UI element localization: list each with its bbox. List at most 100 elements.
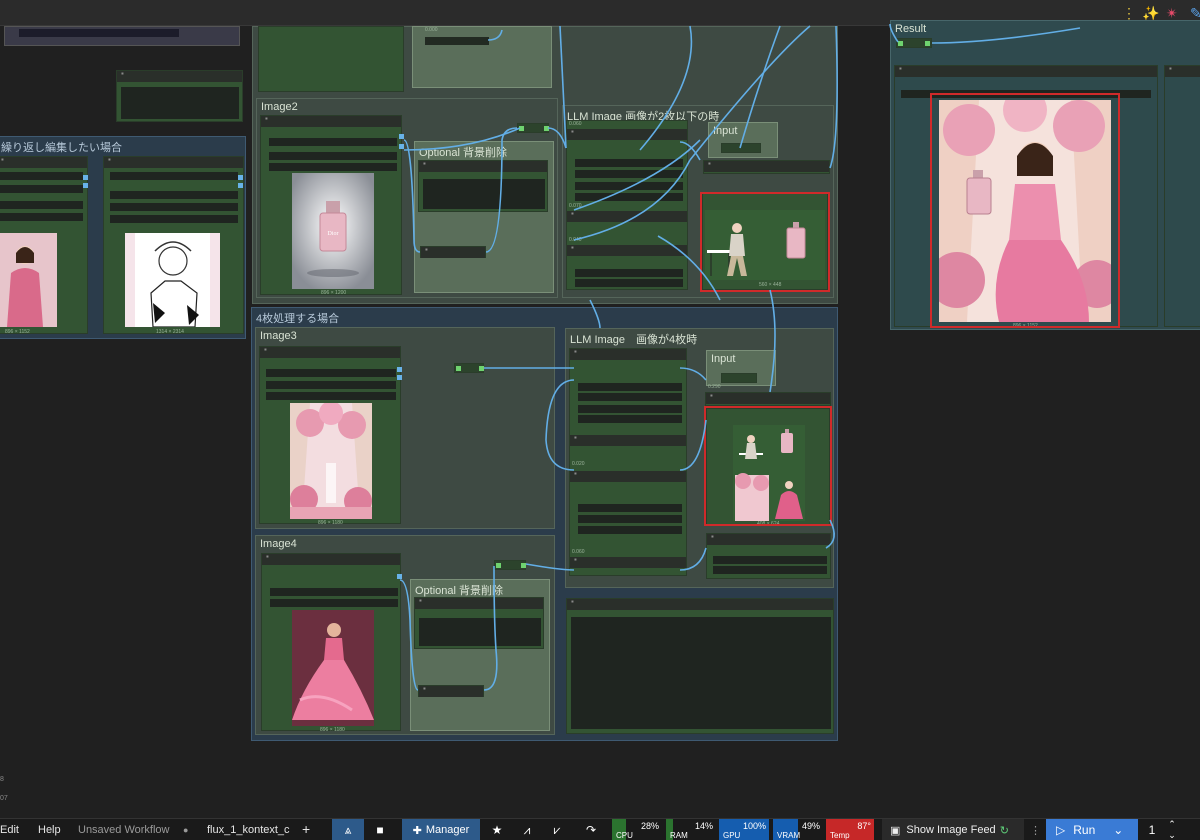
node-titlebar: [104, 155, 243, 168]
node-titlebar: [567, 209, 687, 222]
gpu-value: 100%: [742, 821, 766, 831]
workflow-canvas[interactable]: ⋮ ✨ ✴ ✎ 繰り返し編集したい場合 896 × 1152: [0, 0, 1200, 840]
node-widget: [269, 163, 397, 171]
output-port[interactable]: [399, 134, 404, 139]
output-port[interactable]: [238, 183, 243, 188]
load-image-node-image2[interactable]: Dior 896 × 1200: [260, 114, 404, 296]
output-port[interactable]: [479, 366, 484, 371]
temp-value: 87°: [857, 821, 871, 831]
stub-widget: [19, 29, 179, 37]
group-title: 4枚処理する場合: [256, 313, 340, 325]
concat-node[interactable]: [703, 159, 830, 174]
top-node-b[interactable]: 0.000: [412, 26, 552, 88]
output-port[interactable]: [83, 175, 88, 180]
node-titlebar: [117, 69, 242, 82]
node-widget: [575, 159, 683, 167]
node-titlebar: [706, 391, 830, 404]
node-widget: [713, 566, 827, 574]
image-size-label: 1314 × 2314: [156, 329, 184, 335]
node-titlebar: [570, 347, 686, 360]
text-output-node[interactable]: [566, 597, 834, 734]
stub-node-top[interactable]: [4, 26, 240, 46]
chevron-up-icon[interactable]: ⌃: [1168, 819, 1176, 830]
sketch-image: [125, 233, 220, 327]
batch-stepper[interactable]: ⌃ ⌄: [1164, 819, 1180, 840]
bookmark-icon[interactable]: ■: [368, 819, 392, 840]
llm-node-two[interactable]: 0.060 0.070 0.040: [566, 120, 688, 290]
node-widget: [575, 170, 683, 178]
share-icon[interactable]: ↷: [580, 819, 602, 840]
load-image-node-left1[interactable]: 896 × 1152: [0, 155, 88, 335]
portrait-image: [0, 233, 57, 327]
group-title: Input: [711, 353, 736, 365]
output-port[interactable]: [83, 183, 88, 188]
image-size-label: 896 × 1180: [318, 520, 343, 526]
output-port[interactable]: [397, 375, 402, 380]
input-port[interactable]: [456, 366, 461, 371]
group-title: Input: [713, 125, 738, 137]
batch-count[interactable]: 1: [1140, 819, 1164, 840]
chevron-down-icon[interactable]: ⌄: [1113, 823, 1123, 837]
node-widget: [270, 588, 398, 596]
input-port[interactable]: [519, 126, 524, 131]
output-port[interactable]: [925, 41, 930, 46]
reroute-node-bottom[interactable]: [418, 684, 484, 697]
llm-node-four[interactable]: 0.020 0.060: [569, 347, 687, 576]
output-port[interactable]: [397, 574, 402, 579]
output-port[interactable]: [397, 367, 402, 372]
show-image-feed-button[interactable]: ▣ Show Image Feed ↻: [882, 819, 1024, 840]
chevron-down-icon[interactable]: ⌄: [1168, 830, 1176, 840]
add-tab-button[interactable]: +: [302, 821, 310, 837]
node-widget: [578, 405, 682, 413]
output-port[interactable]: [521, 563, 526, 568]
switch-node-3[interactable]: [454, 363, 484, 373]
input-port[interactable]: [496, 563, 501, 568]
input-port[interactable]: [898, 41, 903, 46]
switch-node-4[interactable]: [494, 560, 526, 570]
input-switch[interactable]: [721, 373, 757, 383]
reroute-node[interactable]: [420, 245, 486, 258]
node-widget: [578, 415, 682, 423]
tab-flux-workflow[interactable]: flux_1_kontext_c: [207, 824, 290, 836]
bg-remove-node-bottom[interactable]: [414, 596, 544, 649]
menu-help[interactable]: Help: [38, 824, 61, 836]
node-widget: [575, 182, 683, 190]
drag-handle-icon[interactable]: ⋮: [1030, 824, 1041, 837]
cpu-value: 28%: [640, 821, 659, 831]
switch-node[interactable]: [517, 123, 549, 133]
result-side-node[interactable]: [1164, 64, 1200, 327]
save-node[interactable]: [706, 532, 831, 579]
node-widget: [0, 201, 83, 209]
temp-meter: Temp 87°: [826, 819, 874, 840]
output-port[interactable]: [399, 144, 404, 149]
star-icon[interactable]: ★: [486, 819, 508, 840]
menu-edit[interactable]: Edit: [0, 824, 19, 836]
small-node[interactable]: [116, 69, 243, 122]
node-titlebar: [707, 532, 830, 545]
node-titlebar: [419, 159, 547, 172]
group-input-bottom[interactable]: Input: [706, 350, 776, 386]
top-node-a[interactable]: [258, 26, 404, 92]
output-port[interactable]: [238, 175, 243, 180]
perfume-image: Dior: [292, 173, 374, 289]
text-output-area[interactable]: [571, 617, 831, 729]
output-port[interactable]: [544, 126, 549, 131]
node-b-icon[interactable]: ⩗: [546, 819, 568, 840]
tab-unsaved-workflow[interactable]: Unsaved Workflow: [78, 824, 170, 836]
group-input-top[interactable]: Input: [708, 122, 778, 158]
load-image-node-left2[interactable]: 1314 × 2314: [103, 155, 244, 335]
manager-button[interactable]: ✚ Manager: [402, 819, 480, 840]
concat-node-four[interactable]: [705, 391, 831, 406]
comfy-logo-icon[interactable]: ⩓: [332, 819, 364, 840]
node-a-icon[interactable]: ⩘: [516, 819, 538, 840]
node-titlebar: [570, 433, 686, 446]
floral-image: [290, 403, 372, 519]
run-button[interactable]: ▷ Run ⌄: [1046, 819, 1138, 840]
input-switch[interactable]: [721, 143, 761, 153]
result-switch[interactable]: [896, 38, 932, 48]
node-widget: [266, 392, 396, 400]
load-image-node-image3[interactable]: 896 × 1180: [259, 345, 402, 526]
node-titlebar: [0, 155, 87, 168]
bg-remove-node-top[interactable]: [418, 159, 548, 212]
load-image-node-image4[interactable]: 896 × 1180: [261, 552, 402, 733]
